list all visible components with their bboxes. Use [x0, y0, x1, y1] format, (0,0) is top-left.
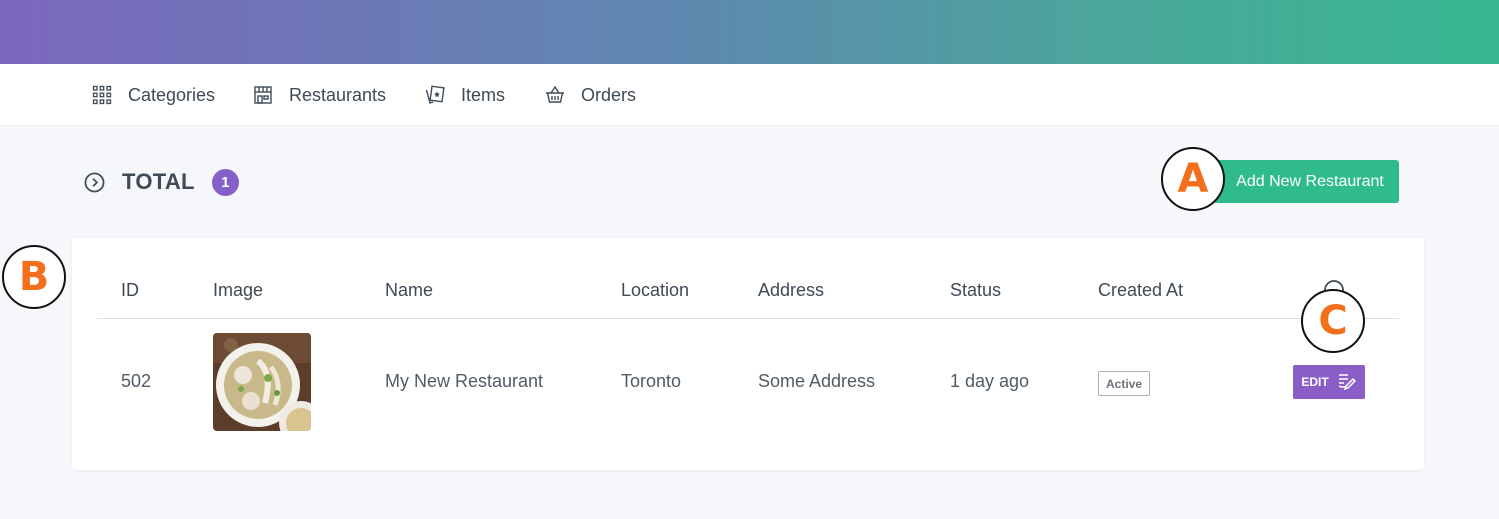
chevron-circle-right-icon[interactable] [84, 172, 105, 193]
annotation-marker-c: C [1301, 289, 1365, 353]
grid-icon [92, 85, 112, 105]
header-banner [0, 0, 1499, 64]
edit-icon [1337, 371, 1357, 394]
nav-item-items[interactable]: Items [425, 64, 505, 126]
store-icon [253, 85, 273, 105]
cell-address: Some Address [758, 371, 876, 391]
column-header-image: Image [213, 280, 264, 300]
annotation-marker-b: B [2, 245, 66, 309]
nav-label-orders: Orders [581, 84, 637, 105]
nav-item-restaurants[interactable]: Restaurants [253, 64, 386, 126]
cell-id: 502 [121, 371, 152, 391]
cell-name: My New Restaurant [385, 371, 544, 391]
nav-label-items: Items [461, 84, 506, 105]
total-count-badge: 1 [211, 168, 239, 196]
main-navbar: Categories Restaurants Items Orders [0, 64, 1499, 126]
items-icon [425, 85, 445, 105]
nav-label-categories: Categories [128, 84, 216, 105]
edit-button[interactable]: EDIT [1293, 365, 1365, 399]
column-header-name: Name [385, 280, 434, 300]
annotation-marker-a: A [1161, 147, 1225, 211]
column-header-location: Location [621, 280, 690, 300]
nav-label-restaurants: Restaurants [289, 84, 387, 105]
column-header-id: ID [121, 280, 139, 300]
total-summary: TOTAL 1 [84, 166, 239, 198]
total-label: TOTAL [122, 169, 195, 194]
status-badge: Active [1098, 371, 1150, 396]
table-header-divider [97, 318, 1399, 319]
cell-created-at: 1 day ago [950, 371, 1030, 391]
column-header-status: Status [950, 280, 1002, 300]
add-new-restaurant-button[interactable]: Add New Restaurant [1213, 160, 1399, 203]
column-header-address: Address [758, 280, 825, 300]
nav-item-orders[interactable]: Orders [545, 64, 636, 126]
edit-button-label: EDIT [1301, 375, 1329, 389]
nav-item-categories[interactable]: Categories [92, 64, 215, 126]
column-header-created-at: Created At [1098, 280, 1184, 300]
basket-icon [545, 85, 565, 105]
cell-location: Toronto [621, 371, 682, 391]
restaurant-thumbnail-image [213, 333, 311, 431]
